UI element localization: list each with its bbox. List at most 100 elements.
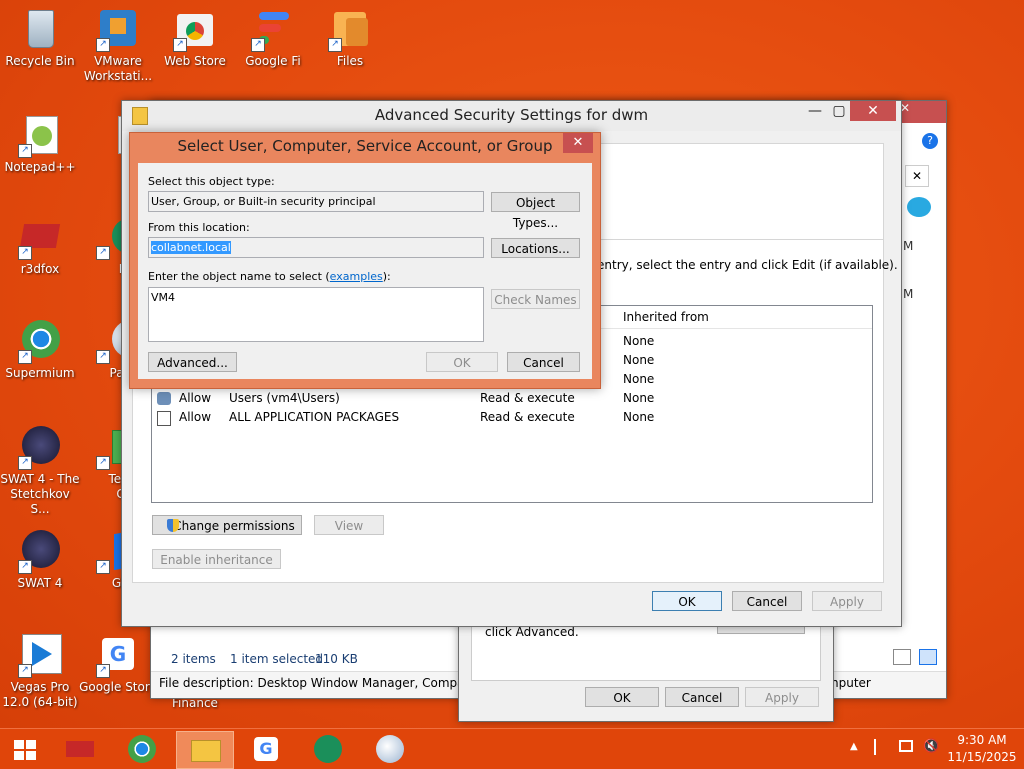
desktop-icon-r3dfox[interactable]: ↗ r3dfox xyxy=(0,214,80,277)
status-size: 110 KB xyxy=(315,652,358,666)
close-button[interactable]: ✕ xyxy=(850,101,896,121)
instruction-text: entry, select the entry and click Edit (… xyxy=(597,258,898,272)
row-inherited: None xyxy=(623,410,655,424)
change-permissions-button[interactable]: Change permissions xyxy=(152,515,302,535)
show-hidden-icons-button[interactable]: ▲ xyxy=(850,741,858,752)
right-pane-text: M xyxy=(903,287,914,301)
object-types-button[interactable]: Object Types... xyxy=(491,192,580,230)
clock-date[interactable]: 11/15/2025 xyxy=(946,750,1018,764)
supermium-taskbar-icon[interactable] xyxy=(122,731,162,767)
row-inherited: None xyxy=(623,391,655,405)
desktop-icon-label: Recycle Bin xyxy=(5,54,75,68)
status-selected: 1 item selected xyxy=(230,652,324,666)
users-group-icon xyxy=(157,392,171,405)
select-ok-button[interactable]: OK xyxy=(426,352,498,372)
package-icon xyxy=(157,411,171,426)
properties-cancel-button[interactable]: Cancel xyxy=(665,687,739,707)
basil-taskbar-icon[interactable] xyxy=(308,731,348,767)
desktop-icon-label: Web Store xyxy=(164,54,226,68)
desktop-icon-label: Vegas Pro 12.0 (64-bit) xyxy=(2,680,78,709)
row-type: Allow xyxy=(179,391,212,405)
desktop-icon-label: Notepad++ xyxy=(4,160,76,174)
enable-inheritance-button[interactable]: Enable inheritance xyxy=(152,549,281,569)
close-icon[interactable]: ✕ xyxy=(905,165,929,187)
location-field: collabnet.local xyxy=(148,237,484,258)
desktop-icon-google-store[interactable]: G ↗ Google Store xyxy=(78,632,158,695)
table-row[interactable]: Allow Users (vm4\Users) Read & execute N… xyxy=(152,389,872,408)
desktop-icon-notepad-plus-plus[interactable]: ↗ Notepad++ xyxy=(0,112,80,175)
file-explorer-taskbar-icon[interactable] xyxy=(176,731,234,769)
details-view-icon[interactable] xyxy=(893,649,911,665)
ok-button[interactable]: OK xyxy=(652,591,722,611)
desktop-icon-label: SWAT 4 - The Stetchkov S... xyxy=(0,472,80,516)
action-center-flag-icon[interactable] xyxy=(874,739,890,755)
web-store-icon: ↗ xyxy=(173,6,217,52)
start-button[interactable] xyxy=(4,731,44,767)
recycle-bin-icon xyxy=(18,6,62,50)
window-title: Advanced Security Settings for dwm xyxy=(374,106,649,124)
r3dfox-taskbar-icon[interactable] xyxy=(60,731,100,767)
desktop-icon-swat4[interactable]: ↗ SWAT 4 xyxy=(0,528,80,591)
desktop-icon-recycle-bin[interactable]: Recycle Bin xyxy=(0,6,80,69)
file-description: File description: Desktop Window Manager… xyxy=(159,676,497,690)
column-header-inherited-from[interactable]: Inherited from xyxy=(623,310,709,324)
desktop-icon-label: SWAT 4 xyxy=(17,576,63,590)
location-label: From this location: xyxy=(148,221,250,234)
desktop-icon-vmware[interactable]: ↗ VMware Workstati... xyxy=(78,6,158,84)
desktop-icon-files[interactable]: ↗ Files xyxy=(310,6,390,69)
google-store-taskbar-icon[interactable]: G xyxy=(246,731,286,767)
folder-icon: ↗ xyxy=(328,6,372,52)
cancel-button[interactable]: Cancel xyxy=(732,591,802,611)
vegas-pro-icon: ↗ xyxy=(18,632,62,678)
desktop-icon-label: Google Store xyxy=(79,680,157,694)
shield-icon xyxy=(167,519,179,532)
volume-muted-icon[interactable]: 🔇 xyxy=(923,739,939,754)
tiles-view-icon[interactable] xyxy=(919,649,937,665)
help-icon[interactable]: ? xyxy=(922,133,938,149)
advanced-button[interactable]: Advanced... xyxy=(148,352,237,372)
change-permissions-label: Change permissions xyxy=(173,519,295,533)
file-description-right: nputer xyxy=(831,676,871,690)
desktop-icon-google-fi[interactable]: ↗ Google Fi xyxy=(233,6,313,69)
explorer-close-button[interactable]: ✕ xyxy=(900,101,946,123)
desktop-icon-label: r3dfox xyxy=(20,262,60,276)
table-row[interactable]: Allow ALL APPLICATION PACKAGES Read & ex… xyxy=(152,408,872,427)
row-inherited: None xyxy=(623,372,655,386)
vmware-icon: ↗ xyxy=(96,6,140,52)
google-fi-icon: ↗ xyxy=(251,6,295,52)
properties-hint: click Advanced. xyxy=(485,625,579,639)
location-value: collabnet.local xyxy=(151,241,231,254)
object-type-field: User, Group, or Built-in security princi… xyxy=(148,191,484,212)
select-cancel-button[interactable]: Cancel xyxy=(507,352,580,372)
apply-button[interactable]: Apply xyxy=(812,591,882,611)
properties-ok-button[interactable]: OK xyxy=(585,687,659,707)
object-name-input[interactable]: VM4 xyxy=(148,287,484,342)
pale-moon-taskbar-icon[interactable] xyxy=(370,731,410,767)
object-type-label: Select this object type: xyxy=(148,175,275,188)
locations-button[interactable]: Locations... xyxy=(491,238,580,258)
examples-link[interactable]: examples xyxy=(330,270,383,283)
enter-name-label: Enter the object name to select (example… xyxy=(148,270,391,283)
network-icon[interactable] xyxy=(899,740,913,752)
select-dialog-title: Select User, Computer, Service Account, … xyxy=(177,137,553,155)
desktop-icon-web-store[interactable]: ↗ Web Store xyxy=(155,6,235,69)
select-dialog-close-button[interactable]: ✕ xyxy=(563,133,593,153)
desktop-icon-vegas-pro[interactable]: ↗ Vegas Pro 12.0 (64-bit) xyxy=(0,632,80,710)
clock-time[interactable]: 9:30 AM xyxy=(950,733,1014,747)
desktop-icon-swat4-stetchkov[interactable]: ↗ SWAT 4 - The Stetchkov S... xyxy=(0,424,80,517)
swat4-icon: ↗ xyxy=(18,424,62,470)
enter-name-label-text: Enter the object name to select ( xyxy=(148,270,330,283)
desktop-icon-label: Google Fi xyxy=(245,54,301,68)
swat4-icon: ↗ xyxy=(18,528,62,574)
shell-icon xyxy=(907,197,931,217)
title-bar: Advanced Security Settings for dwm — ▢ ✕ xyxy=(122,101,901,131)
desktop-icon-supermium[interactable]: ↗ Supermium xyxy=(0,318,80,381)
check-names-button[interactable]: Check Names xyxy=(491,289,580,309)
properties-apply-button[interactable]: Apply xyxy=(745,687,819,707)
row-access: Read & execute xyxy=(480,410,575,424)
supermium-icon: ↗ xyxy=(18,318,62,364)
notepad-plus-plus-icon: ↗ xyxy=(18,112,62,158)
view-button[interactable]: View xyxy=(314,515,384,535)
desktop-icon-label: VMware Workstati... xyxy=(83,54,153,83)
row-principal: Users (vm4\Users) xyxy=(229,391,340,405)
